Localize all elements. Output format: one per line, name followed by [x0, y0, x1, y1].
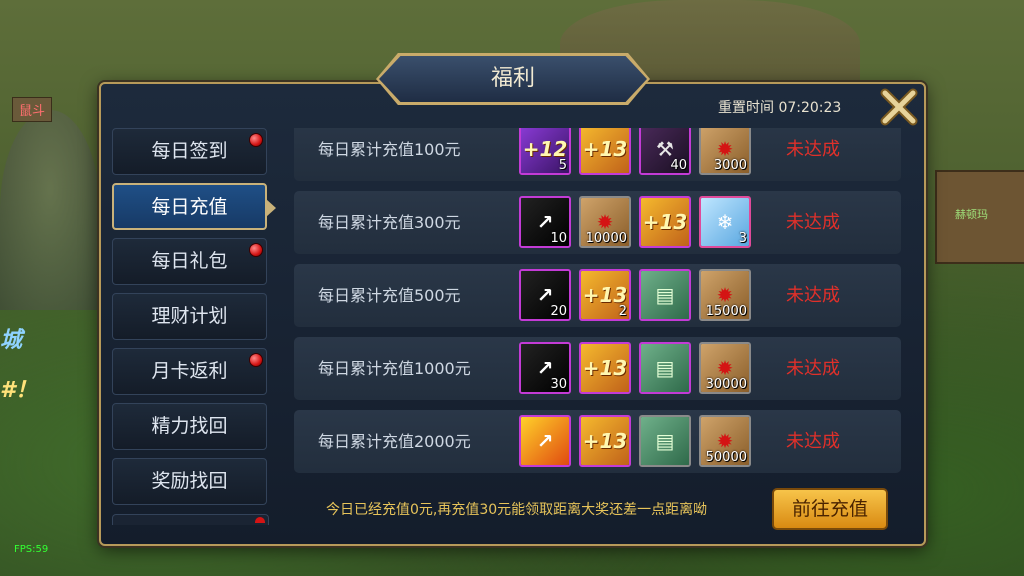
scroll-icon[interactable]: ✹ 10000	[579, 196, 631, 248]
tab-label: 理财计划	[151, 305, 228, 327]
tab-label: 奖励找回	[151, 470, 228, 492]
scroll-icon[interactable]: ✹ 3000	[699, 128, 751, 175]
recharge-progress-message: 今日已经充值0元,再充值30元能领取距离大奖还差一点距离呦	[326, 502, 708, 518]
reward-row: 每日累计充值300元 ↗ 10 ✹ 10000 +13 ❄ 3 未达成	[294, 191, 901, 254]
tab-partial-hidden[interactable]	[112, 514, 269, 525]
close-button[interactable]	[880, 88, 918, 126]
gold-plus13-icon[interactable]: +13	[579, 342, 631, 394]
reward-condition: 每日累计充值2000元	[318, 432, 471, 451]
reward-row: 每日累计充值500元 ↗ 20 +13 2 ▤ ✹ 15000 未达成	[294, 264, 901, 327]
purple-plus12-icon[interactable]: +12 5	[519, 128, 571, 175]
sidebar: 每日签到 每日充值 每日礼包 理财计划 月卡返利 精力找回 奖励找回	[112, 128, 267, 513]
reset-time: 重置时间 07:20:23	[718, 100, 842, 116]
green-card-icon[interactable]: ▤	[639, 342, 691, 394]
gold-plus13-icon[interactable]: +13	[579, 128, 631, 175]
tab-daily-gift[interactable]: 每日礼包	[112, 238, 267, 285]
background-city-text: 城	[0, 328, 23, 353]
reward-condition: 每日累计充值500元	[318, 286, 461, 305]
tab-label: 每日礼包	[151, 250, 228, 272]
gold-plus13-icon[interactable]: +13 2	[579, 269, 631, 321]
reward-items: ↗ 10 ✹ 10000 +13 ❄ 3	[519, 196, 751, 248]
hammer-icon[interactable]: ↗ 30	[519, 342, 571, 394]
reward-condition: 每日累计充值1000元	[318, 359, 471, 378]
notification-dot	[249, 353, 263, 367]
tab-daily-recharge[interactable]: 每日充值	[112, 183, 267, 230]
reward-list[interactable]: 每日累计充值100元 +12 5 +13 ⚒ 40 ✹ 3000 未达成 每日累计充值…	[294, 128, 901, 473]
tab-label: 月卡返利	[151, 360, 228, 382]
tab-monthly-card[interactable]: 月卡返利	[112, 348, 267, 395]
close-icon	[880, 88, 918, 126]
status-not-achieved: 未达成	[786, 212, 840, 233]
hammer-icon[interactable]: ↗ 10	[519, 196, 571, 248]
reward-items: ↗ 20 +13 2 ▤ ✹ 15000	[519, 269, 751, 321]
status-not-achieved: 未达成	[786, 358, 840, 379]
go-recharge-button[interactable]: 前往充值	[772, 488, 888, 530]
reward-items: +12 5 +13 ⚒ 40 ✹ 3000	[519, 128, 751, 175]
gold-plus13-icon[interactable]: +13	[579, 415, 631, 467]
tab-label: 精力找回	[151, 415, 228, 437]
background-signpost: 赫顿玛	[935, 170, 1024, 264]
ice-crystal-icon[interactable]: ❄ 3	[699, 196, 751, 248]
green-card-icon[interactable]: ▤	[639, 415, 691, 467]
reward-condition: 每日累计充值300元	[318, 213, 461, 232]
gold-plus13-icon[interactable]: +13	[639, 196, 691, 248]
tab-finance-plan[interactable]: 理财计划	[112, 293, 267, 340]
scroll-icon[interactable]: ✹ 15000	[699, 269, 751, 321]
status-not-achieved: 未达成	[786, 285, 840, 306]
notification-dot	[249, 133, 263, 147]
dark-anvil-icon[interactable]: ⚒ 40	[639, 128, 691, 175]
reward-row: 每日累计充值100元 +12 5 +13 ⚒ 40 ✹ 3000 未达成	[294, 128, 901, 181]
reward-row: 每日累计充值1000元 ↗ 30 +13 ▤ ✹ 30000 未达成	[294, 337, 901, 400]
reward-row: 每日累计充值2000元 ↗ +13 ▤ ✹ 50000 未达成	[294, 410, 901, 473]
tab-daily-signin[interactable]: 每日签到	[112, 128, 267, 175]
background-name-tag: 鼠斗	[12, 97, 53, 122]
reward-condition: 每日累计充值100元	[318, 140, 461, 159]
scroll-icon[interactable]: ✹ 50000	[699, 415, 751, 467]
green-card-icon[interactable]: ▤	[639, 269, 691, 321]
fps-counter: FPS:59	[14, 544, 49, 555]
reward-items: ↗ 30 +13 ▤ ✹ 30000	[519, 342, 751, 394]
notification-dot	[249, 243, 263, 257]
tab-energy-recovery[interactable]: 精力找回	[112, 403, 267, 450]
signpost-text: 赫顿玛	[955, 208, 988, 221]
status-not-achieved: 未达成	[786, 431, 840, 452]
background-hut	[0, 110, 100, 310]
active-tab-arrow-icon	[266, 199, 276, 217]
dialog-title: 福利	[490, 66, 535, 91]
fire-hammer-icon[interactable]: ↗	[519, 415, 571, 467]
tab-label: 每日签到	[151, 140, 228, 162]
scroll-icon[interactable]: ✹ 30000	[699, 342, 751, 394]
notification-dot	[255, 517, 265, 523]
hammer-icon[interactable]: ↗ 20	[519, 269, 571, 321]
tab-label: 每日充值	[151, 196, 228, 218]
background-city-text-2: #！	[0, 378, 38, 403]
reward-items: ↗ +13 ▤ ✹ 50000	[519, 415, 751, 467]
status-not-achieved: 未达成	[786, 139, 840, 160]
tab-reward-recovery[interactable]: 奖励找回	[112, 458, 267, 505]
